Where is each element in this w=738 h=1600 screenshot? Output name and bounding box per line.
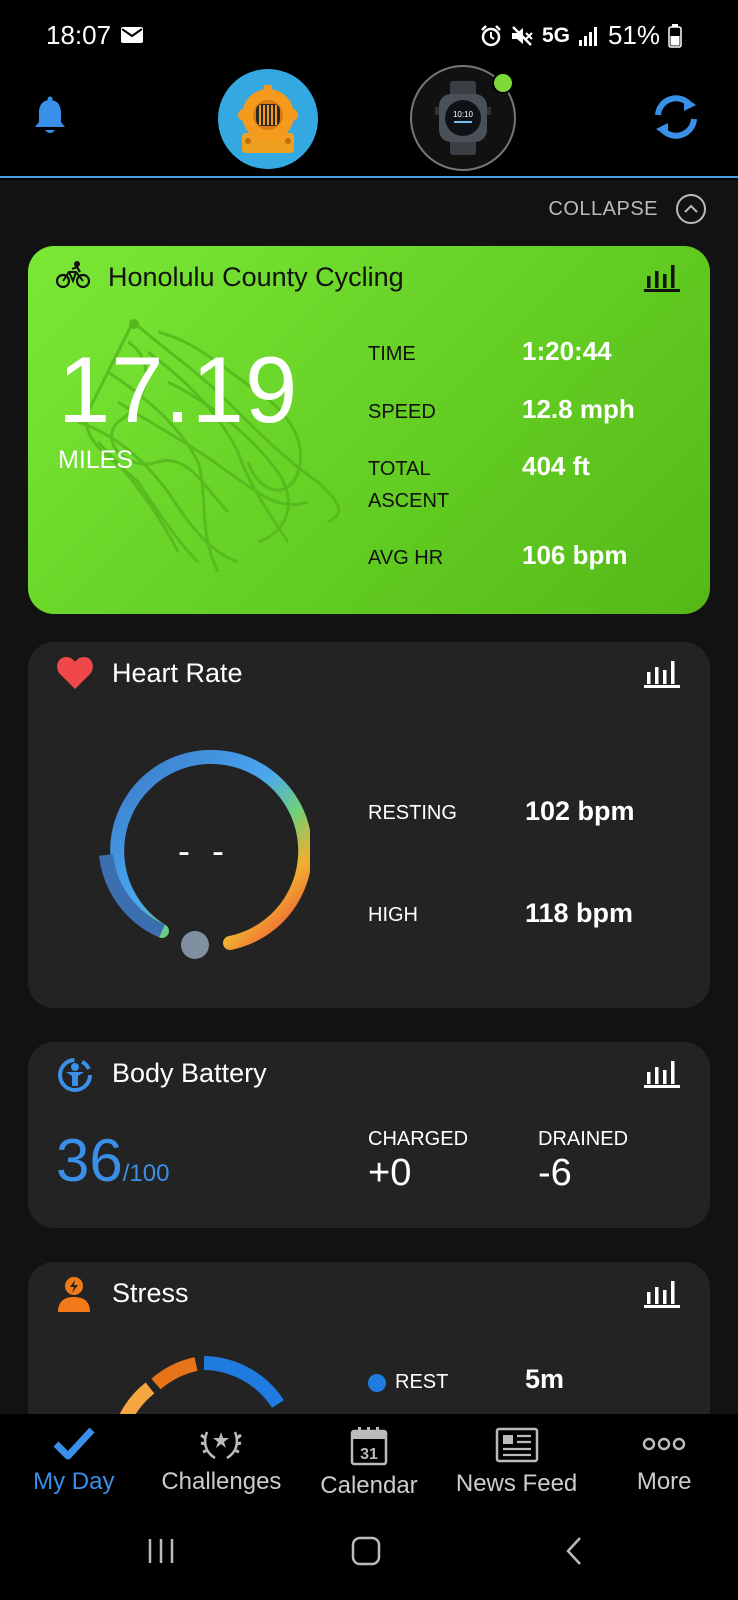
rest-value: 5m <box>525 1364 565 1394</box>
status-indicators: 5G 51% <box>480 20 682 51</box>
nav-challenges[interactable]: Challenges <box>148 1414 296 1514</box>
my-day-feed[interactable]: COLLAPSE Honolulu County Cycling 17.19 M… <box>0 180 738 1414</box>
battery-percent: 51% <box>607 20 660 50</box>
status-bar: 18:07 5G 51% <box>0 0 738 70</box>
high-value: 118 bpm <box>525 898 634 928</box>
stress-person-icon <box>58 1277 90 1312</box>
status-time: 18:07 <box>46 20 112 50</box>
activity-card[interactable]: Honolulu County Cycling 17.19 MILES TIME… <box>28 246 710 614</box>
nav-news-feed[interactable]: News Feed <box>443 1414 591 1514</box>
body-battery-card[interactable]: Body Battery 36/100 CHARGED +0 DRAINED -… <box>28 1042 710 1228</box>
activity-distance: 17.19 <box>58 337 299 442</box>
stress-title: Stress <box>112 1278 189 1308</box>
stress-gauge <box>119 1356 284 1414</box>
svg-text:10:10: 10:10 <box>453 110 474 119</box>
stat-value-speed: 12.8 mph <box>522 394 635 424</box>
drained-value: -6 <box>538 1152 572 1194</box>
mail-icon <box>121 27 143 43</box>
more-icon <box>642 1437 686 1451</box>
current-heart-rate: - - <box>178 830 230 871</box>
body-battery-title: Body Battery <box>112 1058 267 1088</box>
device-connected-indicator <box>492 72 514 94</box>
bicycle-icon <box>56 261 90 289</box>
app-header: 10:10 <box>0 62 738 178</box>
stat-value-ascent: 404 ft <box>522 451 590 481</box>
profile-avatar[interactable] <box>218 69 318 169</box>
body-battery-icon <box>58 1058 92 1092</box>
nav-label-news-feed: News Feed <box>455 1470 578 1497</box>
nav-label-my-day: My Day <box>33 1468 115 1495</box>
collapse-label: COLLAPSE <box>548 197 658 220</box>
resting-label: RESTING <box>368 802 457 824</box>
network-type: 5G <box>541 23 570 47</box>
calendar-day: 31 <box>360 1446 378 1463</box>
activity-title: Honolulu County Cycling <box>108 262 404 292</box>
heart-rate-card[interactable]: Heart Rate - - RESTING 102 bpm HIGH 118 … <box>28 642 710 1008</box>
body-battery-value: 36/100 <box>56 1126 169 1195</box>
recent-apps-icon[interactable] <box>146 1536 176 1566</box>
resting-value: 102 bpm <box>525 796 635 826</box>
bar-chart-icon[interactable] <box>644 1058 680 1088</box>
mute-icon <box>511 25 533 46</box>
alarm-icon <box>481 24 501 46</box>
stat-label-time: TIME <box>368 343 416 365</box>
bottom-nav: My Day Challenges 31 Calendar News Feed <box>0 1414 738 1514</box>
collapse-button[interactable]: COLLAPSE <box>548 194 706 224</box>
system-nav-bar <box>0 1514 738 1600</box>
rest-label: REST <box>395 1371 449 1393</box>
heart-rate-title: Heart Rate <box>112 658 243 688</box>
body-battery-level: 36 <box>56 1127 123 1194</box>
bar-chart-icon[interactable] <box>644 262 680 292</box>
distance-unit: MILES <box>58 446 134 474</box>
charged-label: CHARGED <box>368 1128 469 1150</box>
stat-label-ascent: TOTAL ASCENT <box>368 458 450 512</box>
battery-icon <box>668 23 682 48</box>
home-icon[interactable] <box>350 1536 382 1566</box>
rest-dot <box>368 1374 386 1392</box>
stat-value-avg-hr: 106 bpm <box>522 540 628 570</box>
body-battery-max: /100 <box>122 1160 170 1187</box>
stat-value-time: 1:20:44 <box>522 336 612 366</box>
nav-label-calendar: Calendar <box>320 1472 418 1499</box>
nav-label-more: More <box>636 1468 692 1495</box>
nav-more[interactable]: More <box>590 1414 738 1514</box>
bell-icon[interactable] <box>32 96 68 136</box>
checkmark-icon <box>53 1427 95 1460</box>
diver-helmet-icon <box>238 85 298 153</box>
drained-label: DRAINED <box>538 1128 629 1150</box>
bar-chart-icon[interactable] <box>644 1278 680 1308</box>
heart-icon <box>57 657 93 689</box>
nav-label-challenges: Challenges <box>161 1468 282 1495</box>
laurel-icon <box>200 1431 243 1460</box>
newspaper-icon <box>495 1427 538 1463</box>
calendar-icon: 31 <box>350 1427 388 1466</box>
nav-my-day[interactable]: My Day <box>0 1414 148 1514</box>
chevron-up-icon <box>676 194 706 224</box>
stat-label-speed: SPEED <box>368 401 436 423</box>
back-icon[interactable] <box>562 1536 586 1566</box>
bar-chart-icon[interactable] <box>644 658 680 688</box>
nav-calendar[interactable]: 31 Calendar <box>295 1414 443 1514</box>
stress-card[interactable]: Stress REST 5m <box>28 1262 710 1414</box>
high-label: HIGH <box>368 904 418 926</box>
charged-value: +0 <box>368 1152 412 1194</box>
signal-icon <box>578 26 597 46</box>
stat-label-avg-hr: AVG HR <box>368 547 444 569</box>
sync-icon[interactable] <box>650 93 702 141</box>
